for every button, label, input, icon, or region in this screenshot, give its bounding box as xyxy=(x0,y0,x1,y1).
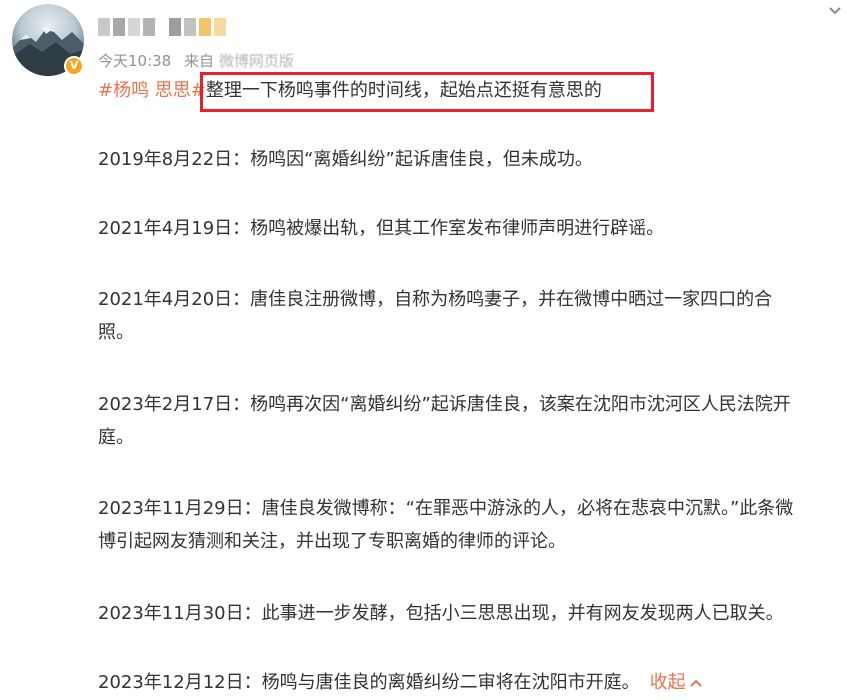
chevron-up-icon xyxy=(689,679,702,687)
timeline-entry-2: 2021年4月19日：杨鸣被爆出轨，但其工作室发布律师声明进行辟谣。 xyxy=(98,212,843,245)
entry-line: 2023年12月12日：杨鸣与唐佳良的离婚纠纷二审将在沈阳市开庭。 xyxy=(98,672,640,693)
collapse-label: 收起 xyxy=(649,672,686,693)
post-source-name[interactable]: 微博网页版 xyxy=(219,52,294,70)
entry-line: 博引起网友猜测和关注，并出现了专职离婚的律师的评论。 xyxy=(98,531,566,552)
username-blurred[interactable] xyxy=(98,18,226,36)
verified-badge-icon: V xyxy=(64,56,84,76)
entry-line: 2021年4月19日：杨鸣被爆出轨，但其工作室发布律师声明进行辟谣。 xyxy=(98,218,665,239)
highlight-annotation-box xyxy=(200,72,654,112)
entry-line: 2021年4月20日：唐佳良注册微博，自称为杨鸣妻子，并在微博中晒过一家四口的合 xyxy=(98,289,773,310)
entry-line: 2023年2月17日：杨鸣再次因“离婚纠纷”起诉唐佳良，该案在沈阳市沈河区人民法… xyxy=(98,394,791,415)
timeline-entry-3: 2021年4月20日：唐佳良注册微博，自称为杨鸣妻子，并在微博中晒过一家四口的合… xyxy=(98,283,843,349)
hashtag-link[interactable]: #杨鸣 思思# xyxy=(98,80,206,101)
timeline-entry-4: 2023年2月17日：杨鸣再次因“离婚纠纷”起诉唐佳良，该案在沈阳市沈河区人民法… xyxy=(98,388,843,454)
chevron-down-icon[interactable] xyxy=(826,2,844,20)
entry-line: 庭。 xyxy=(98,427,134,448)
post-timestamp[interactable]: 今天10:38 xyxy=(98,52,171,70)
entry-line: 2019年8月22日：杨鸣因“离婚纠纷”起诉唐佳良，但未成功。 xyxy=(98,149,593,170)
post-source-prefix: 来自 xyxy=(184,52,215,70)
entry-line: 照。 xyxy=(98,322,134,343)
post-meta: 今天10:38 来自 微博网页版 xyxy=(98,50,294,71)
entry-line: 2023年11月29日：唐佳良发微博称：“在罪恶中游泳的人，必将在悲哀中沉默。”… xyxy=(98,498,794,519)
timeline-entry-7: 2023年12月12日：杨鸣与唐佳良的离婚纠纷二审将在沈阳市开庭。 收起 xyxy=(98,666,843,699)
timeline-entry-1: 2019年8月22日：杨鸣因“离婚纠纷”起诉唐佳良，但未成功。 xyxy=(98,143,843,176)
timeline-entry-5: 2023年11月29日：唐佳良发微博称：“在罪恶中游泳的人，必将在悲哀中沉默。”… xyxy=(98,492,843,558)
timeline-entry-6: 2023年11月30日：此事进一步发酵，包括小三思思出现，并有网友发现两人已取关… xyxy=(98,597,843,630)
collapse-button[interactable]: 收起 xyxy=(650,672,703,693)
entry-line: 2023年11月30日：此事进一步发酵，包括小三思思出现，并有网友发现两人已取关… xyxy=(98,603,784,624)
